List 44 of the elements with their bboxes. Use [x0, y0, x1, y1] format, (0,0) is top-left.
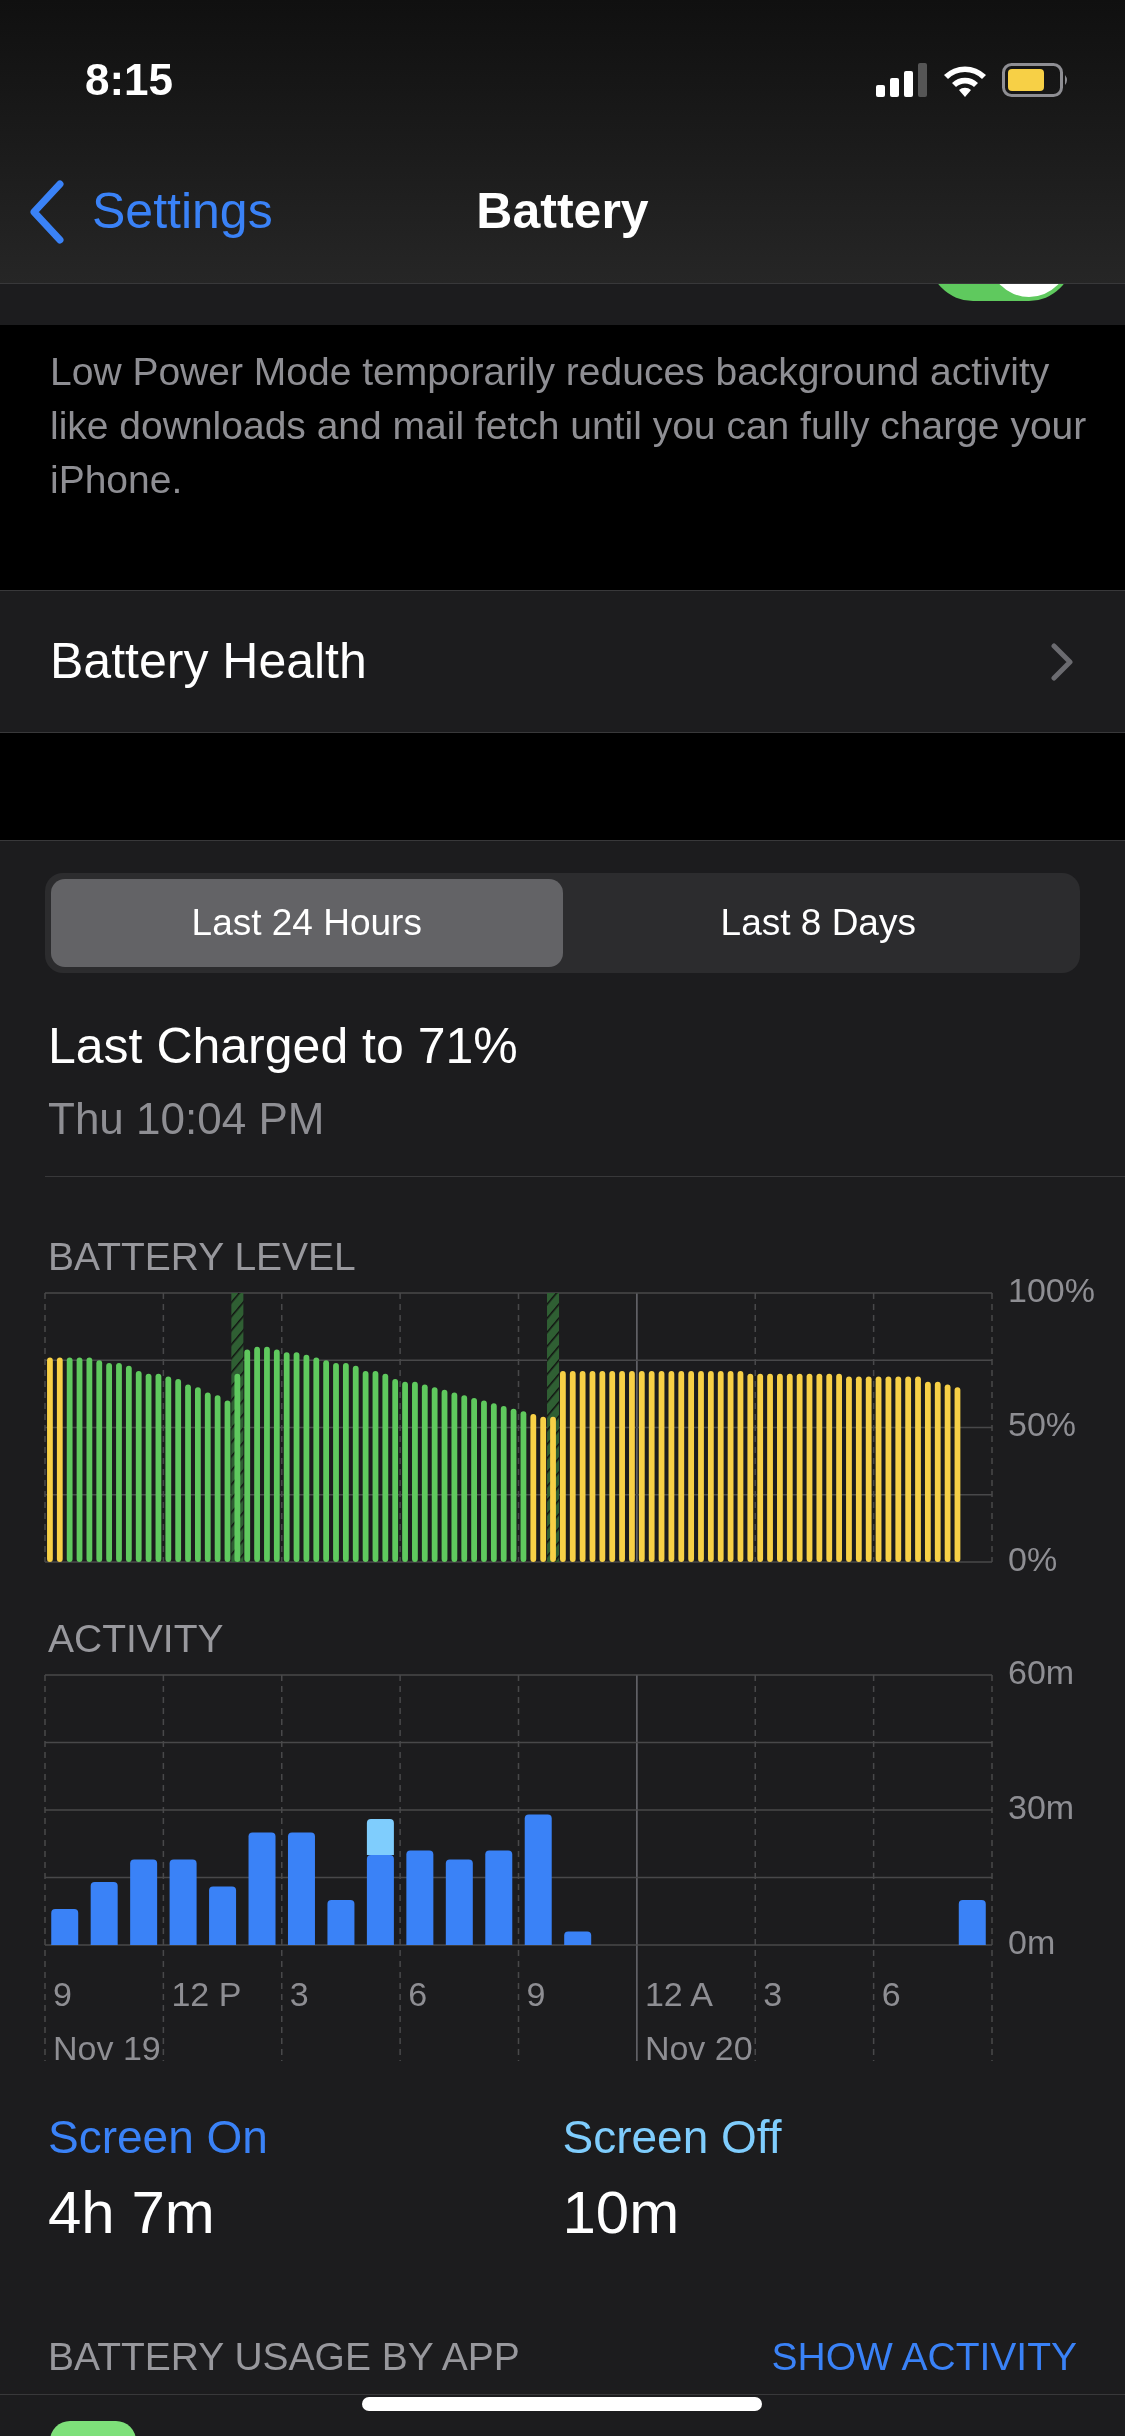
axis-label: 9: [526, 1975, 546, 2013]
activity-bar: [327, 1900, 355, 1945]
axis-label: 60m: [1008, 1653, 1075, 1691]
axis-label: 3: [289, 1975, 309, 2013]
date-label: Nov 19: [53, 2029, 161, 2063]
last-charged-title: Last Charged to 71%: [48, 1016, 519, 1076]
segment-tab[interactable]: Last 24 Hours: [51, 879, 563, 967]
wifi-icon: [942, 63, 988, 97]
axis-label: 6: [881, 1975, 901, 2013]
chevron-right-icon: [1051, 642, 1073, 681]
axis-label: 50%: [1008, 1405, 1077, 1444]
activity-bar: [209, 1886, 237, 1945]
signal-icon: [876, 63, 928, 97]
legend-value: 4h 7m: [48, 2178, 216, 2248]
legend-value: 10m: [562, 2178, 681, 2248]
axis-label: 12 P: [171, 1975, 242, 2013]
section-heading: ACTIVITY: [48, 1615, 224, 1662]
axis-label: 6: [408, 1975, 428, 2013]
section-heading: BATTERY USAGE BY APP: [48, 2334, 520, 2381]
axis-label: 9: [53, 1975, 72, 2013]
axis-label: 100%: [1008, 1271, 1095, 1309]
activity-bar: [958, 1900, 986, 1945]
status-time: 8:15: [85, 54, 174, 106]
section-heading: BATTERY LEVEL: [48, 1233, 356, 1280]
activity-bar: [90, 1882, 118, 1945]
axis-label: 3: [763, 1975, 783, 2013]
footer-text: Low Power Mode temporarily reduces background activity like downloads and mail fetch until you can fully charge your iPhone.: [50, 349, 1088, 503]
battery-icon: [1002, 63, 1070, 97]
last-charged-time: Thu 10:04 PM: [48, 1092, 326, 1145]
page-title: Battery: [476, 182, 649, 241]
axis-label: 0%: [1008, 1540, 1058, 1578]
battery-health-row[interactable]: Battery Health: [0, 590, 1125, 733]
show-activity-link[interactable]: SHOW ACTIVITY: [771, 2328, 1077, 2387]
legend-label: Screen On: [48, 2109, 269, 2165]
activity-bar: [564, 1931, 592, 1945]
chevron-left-icon: [28, 179, 66, 244]
axis-label: 12 A: [644, 1975, 713, 2013]
axis-label: 30m: [1008, 1788, 1075, 1826]
date-label: Nov 20: [644, 2029, 753, 2063]
segment-tab[interactable]: Last 8 Days: [562, 879, 1074, 967]
activity-bar: [51, 1909, 79, 1945]
legend-label: Screen Off: [562, 2109, 783, 2165]
axis-label: 0m: [1008, 1923, 1056, 1961]
back-button[interactable]: Settings: [0, 174, 273, 249]
